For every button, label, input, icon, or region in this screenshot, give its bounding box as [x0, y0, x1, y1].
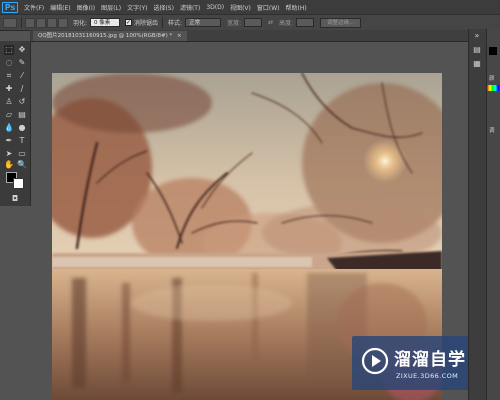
menu-bar: Ps 文件(F) 编辑(E) 图像(I) 图层(L) 文字(Y) 选择(S) 滤… [0, 0, 500, 14]
height-input[interactable] [296, 18, 315, 27]
color-panel: 颜 调 [486, 29, 500, 400]
hue-bar[interactable] [487, 85, 500, 91]
subtract-selection-icon[interactable] [47, 17, 57, 28]
height-label: 高度: [279, 20, 294, 27]
lasso-tool-icon[interactable]: ◌ [4, 58, 14, 68]
feather-input[interactable]: 0 像素 [90, 18, 121, 27]
healing-brush-tool-icon[interactable]: ✚ [4, 84, 14, 94]
eyedropper-tool-icon[interactable]: ⁄ [17, 71, 27, 81]
menu-layer[interactable]: 图层(L) [101, 3, 121, 12]
history-panel-icon[interactable]: ▤ [472, 45, 482, 55]
move-tool-icon[interactable]: ✥ [17, 45, 27, 55]
gradient-tool-icon[interactable]: ▤ [17, 110, 27, 120]
panel-label-color: 颜 [489, 76, 495, 82]
menu-window[interactable]: 窗口(W) [257, 3, 280, 12]
play-logo-icon [361, 347, 389, 375]
tool-preset-button[interactable] [3, 17, 17, 28]
style-select[interactable]: 正常 [185, 18, 222, 27]
clone-stamp-tool-icon[interactable]: ♙ [4, 97, 14, 107]
add-selection-icon[interactable] [36, 17, 46, 28]
collapse-panels-icon[interactable]: » [472, 31, 482, 41]
shape-tool-icon[interactable]: ▭ [17, 149, 27, 159]
options-bar: 羽化: 0 像素 ✓ 消除锯齿 样式: 正常 宽度: ⇄ 高度: 调整边缘... [0, 14, 500, 31]
antialias-label: 消除锯齿 [134, 20, 159, 27]
panel-dock: » ▤ ▦ [468, 29, 486, 400]
menu-select[interactable]: 选择(S) [153, 3, 174, 12]
refine-edge-button[interactable]: 调整边缘... [320, 17, 362, 28]
quick-mask-icon[interactable]: ◘ [10, 194, 20, 204]
blur-tool-icon[interactable]: 💧 [4, 123, 14, 133]
quick-select-tool-icon[interactable]: ✎ [17, 58, 27, 68]
feather-label: 羽化: [73, 20, 88, 27]
menu-view[interactable]: 视图(V) [230, 3, 251, 12]
menu-image[interactable]: 图像(I) [77, 3, 95, 12]
menu-help[interactable]: 帮助(H) [286, 3, 307, 12]
antialias-checkbox[interactable]: ✓ [125, 19, 133, 26]
hand-tool-icon[interactable]: ✋ [4, 160, 14, 170]
style-label: 样式: [168, 20, 183, 27]
watermark: 溜溜自学 ZIXUE.3D66.COM [352, 336, 472, 390]
menu-edit[interactable]: 编辑(E) [50, 3, 70, 12]
new-selection-icon[interactable] [25, 17, 35, 28]
toolbox: ⬚ ✥ ◌ ✎ ⌗ ⁄ ✚ ∕ ♙ ↺ ▱ ▤ 💧 ● ✒ T ➤ ▭ ✋ 🔍 … [0, 41, 31, 206]
menu-3d[interactable]: 3D(D) [206, 4, 224, 11]
menu-file[interactable]: 文件(F) [24, 3, 44, 12]
color-swatch-icon[interactable] [489, 47, 497, 55]
crop-tool-icon[interactable]: ⌗ [4, 71, 14, 81]
eraser-tool-icon[interactable]: ▱ [4, 110, 14, 120]
document-tab-strip: QQ图片20181031160915.jpg @ 100%(RGB/8#) * … [30, 30, 468, 42]
properties-panel-icon[interactable]: ▦ [472, 59, 482, 69]
swap-icon[interactable]: ⇄ [268, 19, 273, 26]
intersect-selection-icon[interactable] [58, 17, 68, 28]
photoshop-logo: Ps [2, 1, 18, 13]
type-tool-icon[interactable]: T [17, 136, 27, 146]
history-brush-tool-icon[interactable]: ↺ [17, 97, 27, 107]
watermark-title: 溜溜自学 [394, 350, 466, 370]
watermark-url: ZIXUE.3D66.COM [396, 372, 459, 380]
zoom-tool-icon[interactable]: 🔍 [17, 160, 27, 170]
dodge-tool-icon[interactable]: ● [17, 123, 27, 133]
pen-tool-icon[interactable]: ✒ [4, 136, 14, 146]
close-icon[interactable]: × [177, 33, 182, 39]
width-label: 宽度: [227, 20, 242, 27]
path-select-tool-icon[interactable]: ➤ [4, 149, 14, 159]
background-color-swatch[interactable] [13, 178, 24, 189]
menu-filter[interactable]: 滤镜(T) [180, 3, 200, 12]
menu-type[interactable]: 文字(Y) [127, 3, 147, 12]
panel-label-adjust: 调 [489, 128, 495, 134]
brush-tool-icon[interactable]: ∕ [17, 84, 27, 94]
width-input[interactable] [244, 18, 263, 27]
options-separator [162, 17, 164, 28]
document-tab[interactable]: QQ图片20181031160915.jpg @ 100%(RGB/8#) * … [33, 31, 187, 41]
document-tab-title: QQ图片20181031160915.jpg @ 100%(RGB/8#) * [38, 33, 173, 39]
options-separator [21, 17, 22, 28]
marquee-tool-icon[interactable]: ⬚ [4, 45, 14, 55]
